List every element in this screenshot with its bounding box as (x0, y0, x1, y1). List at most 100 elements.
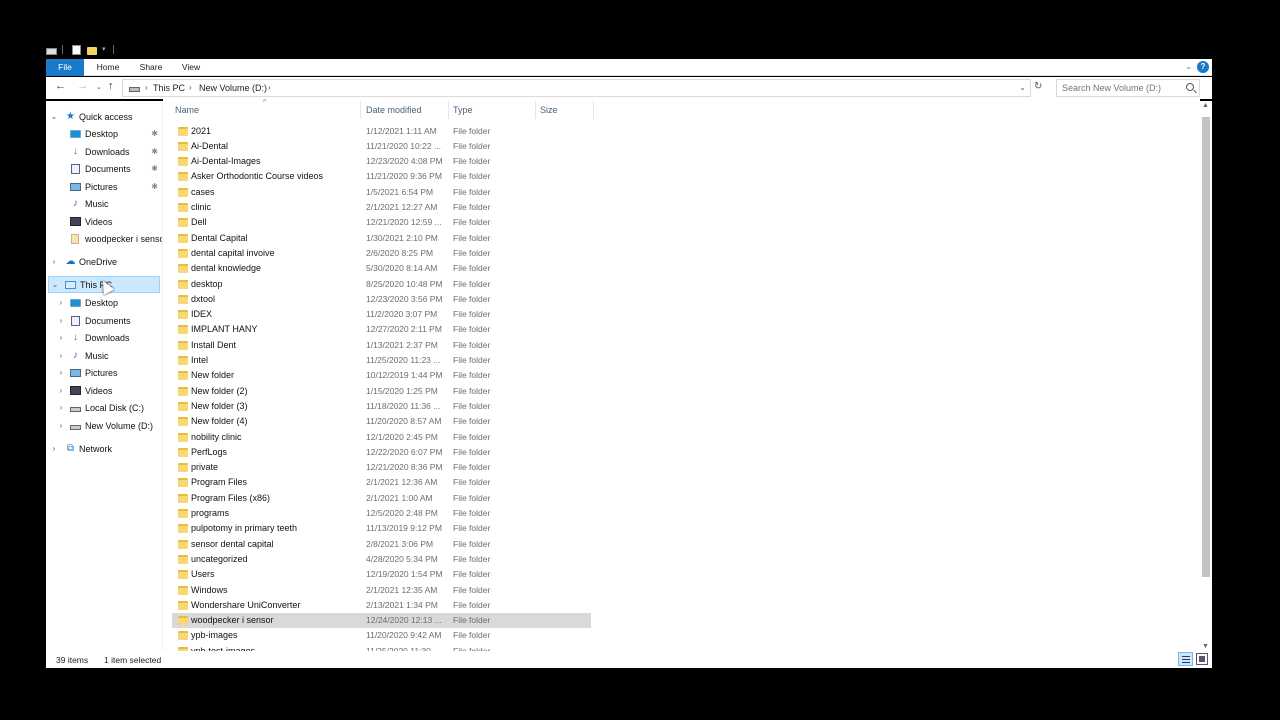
properties-icon[interactable] (72, 45, 81, 55)
nav-qa-pictures[interactable]: Pictures ✱ (46, 179, 162, 196)
column-header-type[interactable]: Type (453, 105, 473, 115)
table-row[interactable]: Program Files (x86) 2/1/2021 1:00 AM File … (172, 491, 591, 506)
drive-icon[interactable] (46, 45, 57, 55)
table-row[interactable]: desktop 8/25/2020 10:48 PM File folder (172, 277, 591, 292)
nav-qa-music[interactable]: ♪ Music (46, 196, 162, 213)
nav-pc-music[interactable]: › ♪ Music (46, 348, 162, 365)
table-row[interactable]: nobility clinic 12/1/2020 2:45 PM File fol… (172, 430, 591, 445)
table-row[interactable]: ypb-test-images 11/25/2020 11:30 ... File … (172, 644, 591, 651)
table-row[interactable]: sensor dental capital 2/8/2021 3:06 PM Fil… (172, 537, 591, 552)
column-divider[interactable] (593, 101, 594, 119)
nav-network[interactable]: › ⧉ Network (46, 441, 162, 458)
table-row[interactable]: ypb-images 11/20/2020 9:42 AM File folder (172, 628, 591, 643)
nav-onedrive[interactable]: › ☁ OneDrive (46, 254, 162, 271)
table-row[interactable]: Program Files 2/1/2021 12:36 AM File folde… (172, 475, 591, 490)
breadcrumb-this-pc[interactable]: This PC (153, 83, 185, 93)
breadcrumb-new-volume[interactable]: New Volume (D:) (199, 83, 267, 93)
chevron-right-icon[interactable]: › (57, 421, 65, 430)
table-row[interactable]: cases 1/5/2021 6:54 PM File folder (172, 185, 591, 200)
table-row[interactable]: Wondershare UniConverter 2/13/2021 1:34 P… (172, 598, 591, 613)
table-row[interactable]: Windows 2/1/2021 12:35 AM File folder (172, 583, 591, 598)
chevron-right-icon[interactable]: › (50, 444, 58, 453)
nav-quick-access[interactable]: ⌄ ★ Quick access (46, 109, 162, 126)
column-divider[interactable] (360, 101, 361, 119)
column-header-size[interactable]: Size (540, 105, 558, 115)
nav-pc-new-volume-d[interactable]: › New Volume (D:) (46, 418, 162, 435)
column-divider[interactable] (535, 101, 536, 119)
nav-qa-downloads[interactable]: ↓ Downloads ✱ (46, 144, 162, 161)
table-row[interactable]: Intel 11/25/2020 11:23 ... File folder (172, 353, 591, 368)
tab-view[interactable]: View (176, 59, 206, 76)
table-row[interactable]: Dell 12/21/2020 12:59 ... File folder (172, 215, 591, 230)
table-row[interactable]: clinic 2/1/2021 12:27 AM File folder (172, 200, 591, 215)
table-row[interactable]: 2021 1/12/2021 1:11 AM File folder (172, 124, 591, 139)
column-header-name[interactable]: Name (175, 105, 199, 115)
details-view-button[interactable] (1178, 652, 1193, 666)
table-row[interactable]: uncategorized 4/28/2020 5:34 PM File folde… (172, 552, 591, 567)
back-button[interactable]: ← (55, 80, 66, 92)
scroll-thumb[interactable] (1202, 117, 1210, 577)
help-icon[interactable]: ? (1197, 61, 1209, 73)
pin-icon[interactable]: ✱ (151, 182, 158, 191)
table-row[interactable]: woodpecker i sensor 12/24/2020 12:13 ... F… (172, 613, 591, 629)
chevron-down-icon[interactable]: ⌄ (51, 280, 59, 289)
table-row[interactable]: New folder (2) 1/15/2020 1:25 PM File fold… (172, 384, 591, 399)
table-row[interactable]: IMPLANT HANY 12/27/2020 2:11 PM File folde… (172, 322, 591, 337)
search-icon[interactable] (1186, 83, 1194, 91)
table-row[interactable]: pulpotomy in primary teeth 11/13/2019 9:1… (172, 521, 591, 536)
breadcrumb-separator[interactable]: › (268, 83, 271, 92)
breadcrumb-separator[interactable]: › (145, 83, 148, 92)
scroll-down-icon[interactable]: ▼ (1202, 643, 1209, 650)
nav-pc-documents[interactable]: › Documents (46, 313, 162, 330)
pin-icon[interactable]: ✱ (151, 164, 158, 173)
chevron-right-icon[interactable]: › (50, 257, 58, 266)
column-divider[interactable] (448, 101, 449, 119)
nav-pc-local-disk-c[interactable]: › Local Disk (C:) (46, 400, 162, 417)
chevron-right-icon[interactable]: › (57, 386, 65, 395)
chevron-down-icon[interactable]: ⌄ (50, 112, 58, 121)
table-row[interactable]: programs 12/5/2020 2:48 PM File folder (172, 506, 591, 521)
chevron-down-icon[interactable]: ⌄ (1019, 83, 1026, 92)
forward-button[interactable]: → (77, 80, 88, 92)
new-folder-icon[interactable] (87, 47, 97, 55)
chevron-right-icon[interactable]: › (57, 403, 65, 412)
nav-pc-downloads[interactable]: › ↓ Downloads (46, 330, 162, 347)
table-row[interactable]: IDEX 11/2/2020 3:07 PM File folder (172, 307, 591, 322)
recent-locations-button[interactable]: ⌄ (96, 83, 102, 91)
tab-file[interactable]: File (46, 59, 84, 76)
nav-qa-videos[interactable]: Videos (46, 214, 162, 231)
search-input[interactable] (1062, 83, 1182, 93)
table-row[interactable]: private 12/21/2020 8:36 PM File folder (172, 460, 591, 475)
table-row[interactable]: Asker Orthodontic Course videos 11/21/202… (172, 169, 591, 184)
nav-pc-pictures[interactable]: › Pictures (46, 365, 162, 382)
nav-qa-documents[interactable]: Documents ✱ (46, 161, 162, 178)
table-row[interactable]: Ai-Dental-Images 12/23/2020 4:08 PM File f… (172, 154, 591, 169)
table-row[interactable]: PerfLogs 12/22/2020 6:07 PM File folder (172, 445, 591, 460)
nav-pc-videos[interactable]: › Videos (46, 383, 162, 400)
refresh-icon[interactable]: ↻ (1034, 81, 1042, 92)
chevron-right-icon[interactable]: › (57, 316, 65, 325)
table-row[interactable]: New folder 10/12/2019 1:44 PM File folder (172, 368, 591, 383)
nav-qa-desktop[interactable]: Desktop ✱ (46, 126, 162, 143)
chevron-right-icon[interactable]: › (57, 351, 65, 360)
table-row[interactable]: dental knowledge 5/30/2020 8:14 AM File fo… (172, 261, 591, 276)
pin-icon[interactable]: ✱ (151, 147, 158, 156)
table-row[interactable]: dxtool 12/23/2020 3:56 PM File folder (172, 292, 591, 307)
table-row[interactable]: Users 12/19/2020 1:54 PM File folder (172, 567, 591, 582)
chevron-right-icon[interactable]: › (57, 333, 65, 342)
scroll-up-icon[interactable]: ▲ (1202, 102, 1209, 109)
chevron-right-icon[interactable]: › (57, 298, 65, 307)
tab-share[interactable]: Share (134, 59, 168, 76)
nav-pc-desktop[interactable]: › Desktop (46, 295, 162, 312)
table-row[interactable]: New folder (4) 11/20/2020 8:57 AM File fol… (172, 414, 591, 429)
chevron-right-icon[interactable]: › (57, 368, 65, 377)
expand-ribbon-icon[interactable]: ⌄ (1185, 62, 1192, 71)
table-row[interactable]: New folder (3) 11/18/2020 11:36 ... File f… (172, 399, 591, 414)
up-button[interactable]: ↑ (108, 80, 114, 92)
tab-home[interactable]: Home (90, 59, 126, 76)
table-row[interactable]: Ai-Dental 11/21/2020 10:22 ... File folder (172, 139, 591, 154)
table-row[interactable]: Dental Capital 1/30/2021 2:10 PM File fold… (172, 231, 591, 246)
table-row[interactable]: dental capital invoive 2/6/2020 8:25 PM Fi… (172, 246, 591, 261)
nav-qa-woodpecker[interactable]: woodpecker i senso (46, 231, 162, 248)
breadcrumb-separator[interactable]: › (189, 83, 192, 92)
